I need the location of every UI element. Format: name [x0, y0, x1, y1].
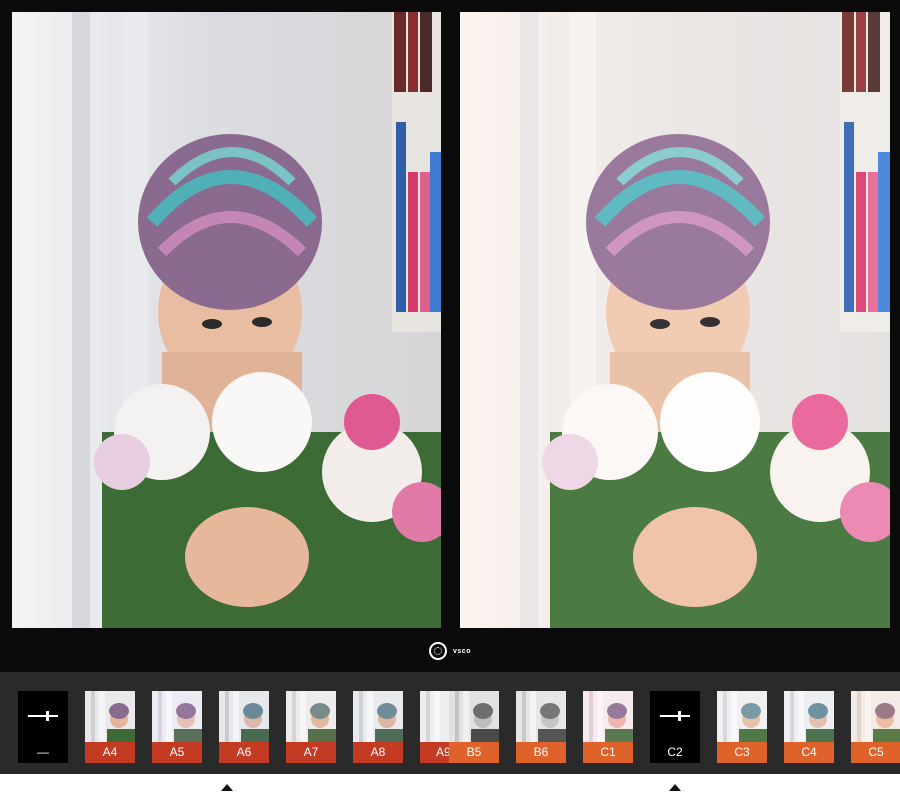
filter-tile-b6[interactable]: B6 [516, 691, 566, 763]
filter-tile-c5[interactable]: C5 [851, 691, 900, 763]
adjust-tool-label: — [18, 742, 68, 763]
filter-label: C2 [650, 742, 700, 763]
brand-name: vsco [453, 647, 471, 655]
brand-mark: vsco [0, 632, 900, 670]
filtered-photo[interactable] [460, 12, 890, 628]
filter-tile-c2-selected[interactable]: C2 [650, 691, 700, 763]
filter-label: A5 [152, 742, 202, 763]
adjust-slider-icon [28, 711, 58, 721]
filter-tile-c3[interactable]: C3 [717, 691, 767, 763]
filter-label: B6 [516, 742, 566, 763]
filter-label: A6 [219, 742, 269, 763]
filter-tile-c4[interactable]: C4 [784, 691, 834, 763]
photo-after-image [460, 12, 890, 628]
filter-label: A7 [286, 742, 336, 763]
filter-tile-a4[interactable]: A4 [85, 691, 135, 763]
filter-label: C1 [583, 742, 633, 763]
filter-tile-a6[interactable]: A6 [219, 691, 269, 763]
filter-thumbnail [85, 691, 135, 742]
bottom-bar [0, 774, 900, 804]
pointer-up-icon [669, 784, 681, 791]
filter-tile-b5[interactable]: B5 [449, 691, 499, 763]
filter-thumbnail [152, 691, 202, 742]
filter-thumbnail [784, 691, 834, 742]
filter-label: B5 [449, 742, 499, 763]
filter-label: C4 [784, 742, 834, 763]
adjust-slider-icon [660, 711, 690, 721]
filter-thumbnail [516, 691, 566, 742]
filter-thumbnail [583, 691, 633, 742]
filter-thumbnail [851, 691, 900, 742]
filter-label: A8 [353, 742, 403, 763]
filter-label: A4 [85, 742, 135, 763]
adjust-tool-button[interactable]: — [18, 691, 68, 763]
photo-comparison-area: vsco [0, 0, 900, 672]
filter-thumbnail [286, 691, 336, 742]
pointer-up-icon [221, 784, 233, 791]
original-photo[interactable] [12, 12, 441, 628]
filter-thumbnail [353, 691, 403, 742]
filter-strip[interactable]: — A4 A5 A6 A7 A8 A9 B5 B6 C1 C2 C3 C4 C5 [0, 672, 900, 774]
filter-tile-a8[interactable]: A8 [353, 691, 403, 763]
filter-tile-c1[interactable]: C1 [583, 691, 633, 763]
filter-tile-a5[interactable]: A5 [152, 691, 202, 763]
filter-thumbnail [449, 691, 499, 742]
filter-tile-a7[interactable]: A7 [286, 691, 336, 763]
filter-thumbnail [717, 691, 767, 742]
filter-label: C5 [851, 742, 900, 763]
vsco-circle-icon [429, 642, 448, 660]
photo-before-image [12, 12, 441, 628]
filter-label: C3 [717, 742, 767, 763]
filter-thumbnail [219, 691, 269, 742]
